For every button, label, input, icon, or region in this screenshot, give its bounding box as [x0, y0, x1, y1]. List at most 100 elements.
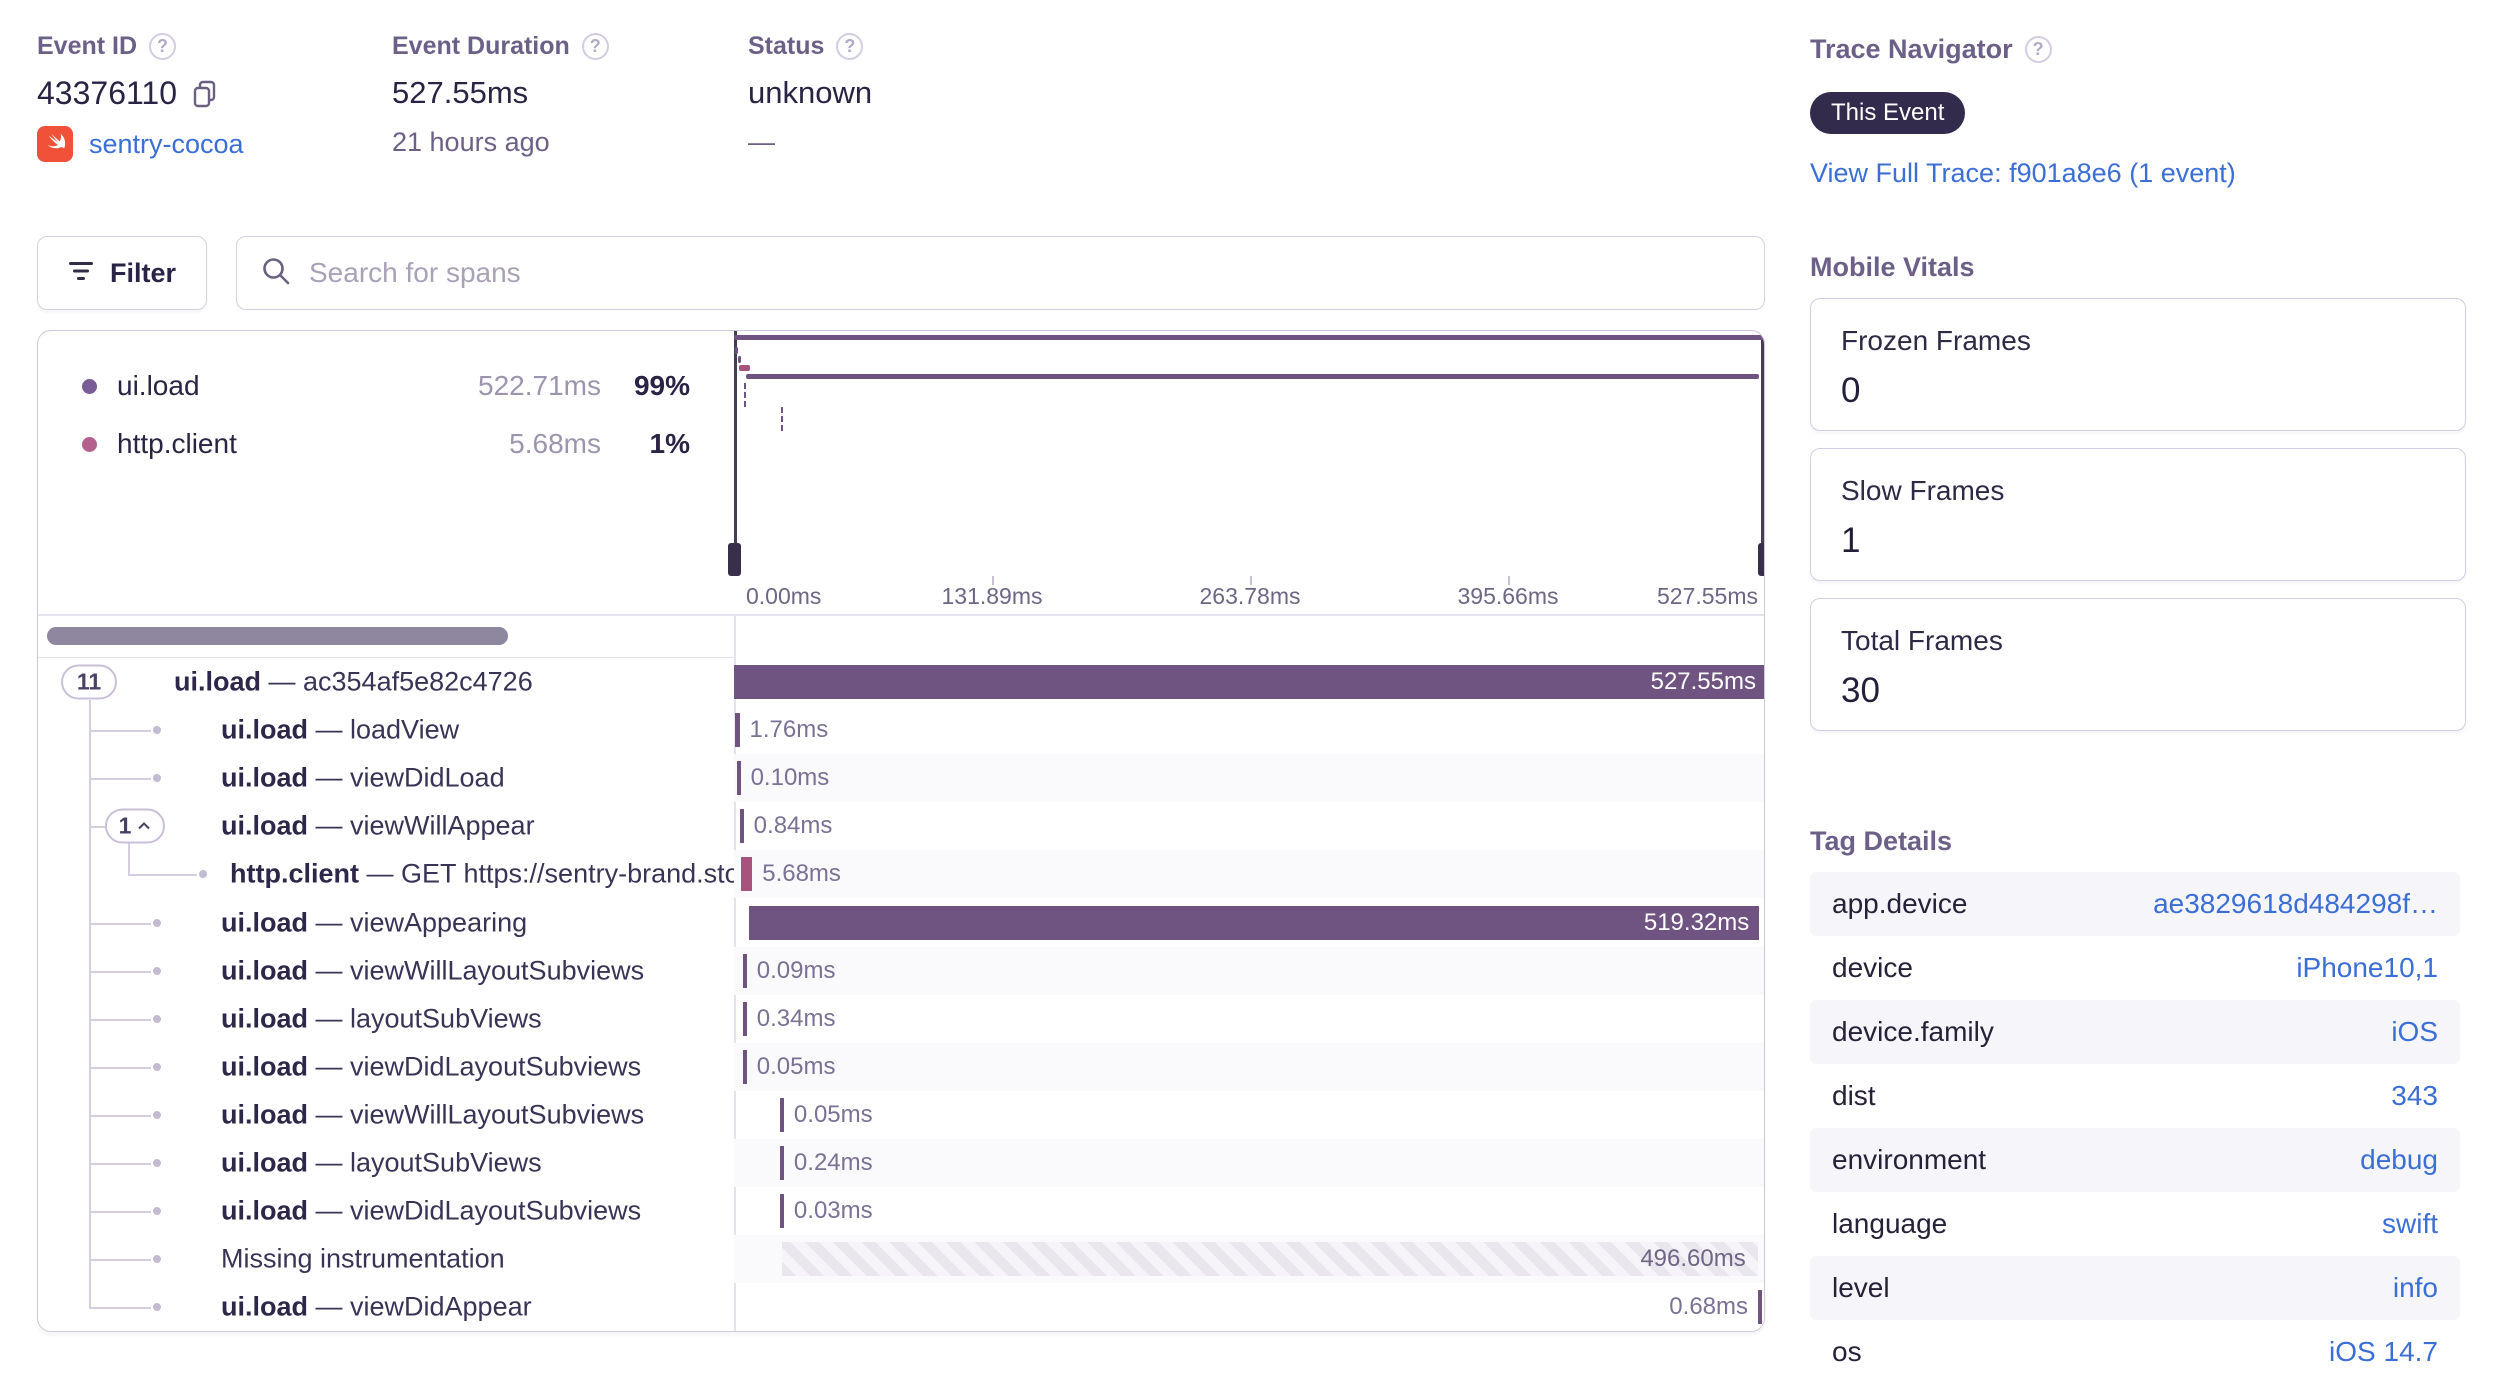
tag-value-link[interactable]: iOS 14.7: [2329, 1336, 2438, 1368]
tree-row[interactable]: http.client — GET https://sentry-brand.s…: [38, 850, 734, 898]
tree-row[interactable]: ui.load — viewAppearing: [38, 899, 734, 947]
help-icon[interactable]: ?: [2024, 36, 2052, 63]
waterfall-row[interactable]: 1.76ms: [734, 706, 1764, 754]
tag-key: device: [1832, 952, 1913, 983]
tree-row[interactable]: ui.load — viewWillLayoutSubviews: [38, 947, 734, 995]
axis-tick-label: 131.89ms: [941, 583, 1043, 609]
tree-row[interactable]: 1 ui.load — viewWillAppear: [38, 802, 734, 850]
tree-connector: [89, 922, 151, 925]
minimap-span-mark: [744, 383, 747, 389]
help-icon[interactable]: ?: [149, 33, 177, 60]
tag-value-link[interactable]: ae3829618d484298f…: [2153, 888, 2438, 920]
tree-node-dot: [153, 1014, 161, 1023]
waterfall-row[interactable]: 0.34ms: [734, 995, 1764, 1043]
status-label: Status: [748, 32, 825, 60]
help-icon[interactable]: ?: [836, 33, 864, 60]
tag-details-title: Tag Details: [1810, 826, 1953, 856]
view-full-trace-link[interactable]: View Full Trace: f901a8e6 (1 event): [1810, 158, 2236, 188]
tree-scroll-band: [38, 614, 734, 658]
span-bar-tick[interactable]: [741, 857, 753, 892]
waterfall-row[interactable]: 0.24ms: [734, 1139, 1764, 1188]
span-duration-label: 0.34ms: [756, 1004, 836, 1032]
waterfall-row[interactable]: 0.68ms: [734, 1283, 1764, 1331]
span-search: [236, 236, 1765, 310]
tree-connector: [89, 1307, 151, 1310]
legend-row[interactable]: http.client 5.68ms 1%: [38, 415, 734, 473]
tree-row[interactable]: 11 ui.load — ac354af5e82c4726: [38, 658, 734, 706]
tree-row[interactable]: ui.load — viewDidLoad: [38, 754, 734, 802]
waterfall-row[interactable]: 527.55ms: [734, 658, 1764, 706]
span-bar-tick[interactable]: [739, 809, 744, 844]
span-bar-tick[interactable]: [1758, 1290, 1762, 1325]
legend-op-duration: 5.68ms: [509, 428, 601, 459]
span-bar[interactable]: 519.32ms: [748, 905, 1760, 940]
tree-node-dot: [199, 870, 207, 879]
span-label: ui.load — viewDidAppear: [221, 1291, 532, 1322]
tag-value-link[interactable]: 343: [2391, 1080, 2438, 1112]
waterfall-row[interactable]: 0.09ms: [734, 946, 1764, 995]
span-bar-tick[interactable]: [779, 1097, 784, 1132]
span-label: ui.load — viewWillAppear: [221, 810, 535, 841]
filter-button[interactable]: Filter: [37, 236, 208, 310]
legend-op-dot: [82, 436, 97, 452]
horizontal-scrollbar[interactable]: [47, 627, 508, 645]
tag-value-link[interactable]: debug: [2360, 1144, 2438, 1176]
waterfall-row[interactable]: 0.10ms: [734, 754, 1764, 803]
span-bar-tick[interactable]: [742, 1001, 747, 1036]
legend-op-label: http.client: [117, 428, 237, 459]
tag-value-link[interactable]: iOS: [2391, 1016, 2438, 1048]
waterfall-row[interactable]: 0.03ms: [734, 1187, 1764, 1235]
tag-row: dist 343: [1810, 1064, 2460, 1128]
waterfall-row[interactable]: 5.68ms: [734, 850, 1764, 899]
tag-value-link[interactable]: iPhone10,1: [2296, 952, 2438, 984]
span-bar-tick[interactable]: [742, 953, 747, 988]
span-duration-label: 5.68ms: [762, 860, 841, 888]
tree-row[interactable]: ui.load — viewDidLayoutSubviews: [38, 1187, 734, 1235]
span-label: ui.load — viewAppearing: [221, 907, 528, 938]
tree-row[interactable]: ui.load — layoutSubViews: [38, 1139, 734, 1187]
waterfall-row[interactable]: 0.05ms: [734, 1042, 1764, 1091]
tree-connector: [89, 1163, 151, 1166]
span-children-badge-expanded[interactable]: 1: [105, 808, 165, 844]
tree-row[interactable]: ui.load — layoutSubViews: [38, 995, 734, 1043]
minimap-span-mark: [746, 374, 1759, 379]
span-bar[interactable]: 527.55ms: [734, 665, 1764, 699]
tag-row: os iOS 14.7: [1810, 1320, 2460, 1384]
tag-value-link[interactable]: swift: [2382, 1208, 2438, 1240]
tree-row[interactable]: ui.load — viewDidAppear: [38, 1283, 734, 1331]
tag-key: environment: [1832, 1144, 1987, 1175]
tree-row[interactable]: Missing instrumentation: [38, 1235, 734, 1283]
trace-minimap[interactable]: [728, 331, 1764, 576]
waterfall-row[interactable]: 496.60ms: [734, 1235, 1764, 1284]
copy-icon[interactable]: [191, 79, 221, 109]
tree-row[interactable]: ui.load — loadView: [38, 706, 734, 754]
waterfall-row[interactable]: 0.05ms: [734, 1091, 1764, 1139]
span-bar-tick[interactable]: [734, 713, 740, 748]
span-label: ui.load — viewDidLoad: [221, 762, 505, 793]
mobile-vitals-title: Mobile Vitals: [1810, 252, 1975, 282]
vital-card-value: 0: [1841, 371, 1861, 410]
help-icon[interactable]: ?: [581, 33, 609, 60]
vital-card-value: 1: [1841, 521, 1861, 560]
tree-row[interactable]: ui.load — viewWillLayoutSubviews: [38, 1091, 734, 1139]
minimap-handle-right[interactable]: [1758, 543, 1764, 576]
minimap-selection-left[interactable]: [734, 331, 737, 576]
search-input[interactable]: [309, 257, 1740, 289]
legend-row[interactable]: ui.load 522.71ms 99%: [38, 357, 734, 415]
project-link[interactable]: sentry-cocoa: [89, 129, 244, 160]
axis-tick-label: 395.66ms: [1457, 583, 1559, 609]
axis-tick-label: 263.78ms: [1199, 583, 1301, 609]
tag-value-link[interactable]: info: [2393, 1272, 2438, 1304]
tree-row[interactable]: ui.load — viewDidLayoutSubviews: [38, 1043, 734, 1091]
span-bar-tick[interactable]: [736, 761, 741, 796]
span-children-badge[interactable]: 11: [61, 664, 117, 700]
legend-op-label: ui.load: [117, 370, 200, 401]
minimap-handle-left[interactable]: [728, 543, 741, 576]
waterfall-row[interactable]: 519.32ms: [734, 899, 1764, 947]
span-bar-tick[interactable]: [779, 1146, 784, 1180]
span-bar-tick[interactable]: [742, 1049, 747, 1084]
waterfall-row[interactable]: 0.84ms: [734, 802, 1764, 850]
minimap-selection-right[interactable]: [1761, 331, 1764, 576]
missing-instrumentation-bar[interactable]: 496.60ms: [781, 1242, 1758, 1277]
span-bar-tick[interactable]: [779, 1194, 784, 1229]
